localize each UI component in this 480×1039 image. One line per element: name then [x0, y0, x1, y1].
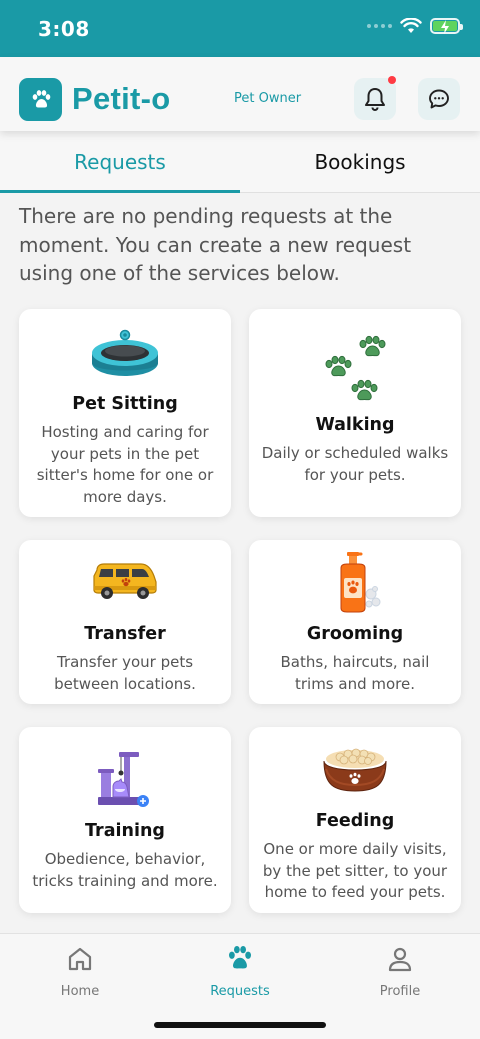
service-description: Transfer your pets between locations. [54, 653, 196, 693]
service-description: Baths, haircuts, nail trims and more. [280, 653, 430, 693]
bell-icon [365, 88, 385, 111]
service-title: Transfer [84, 624, 166, 644]
request-tabs: Requests Bookings [0, 131, 480, 193]
service-card-grooming[interactable]: Grooming Baths, haircuts, nail trims and… [249, 540, 461, 704]
active-tab-indicator [0, 190, 240, 193]
van-icon [19, 562, 231, 600]
service-description: One or more daily visits, by the pet sit… [262, 840, 448, 901]
app-header: Petit-o Pet Owner [0, 57, 480, 131]
service-card-training[interactable]: Training Obedience, behavior, tricks tra… [19, 727, 231, 913]
service-title: Pet Sitting [72, 394, 178, 414]
wifi-icon [400, 18, 422, 33]
app-name: Petit-o [72, 81, 171, 116]
status-icons [367, 18, 463, 34]
cat-tree-icon [19, 749, 231, 811]
paw-icon [229, 946, 251, 969]
service-description: Hosting and caring for your pets in the … [36, 423, 214, 506]
service-title: Walking [315, 415, 395, 435]
person-icon [388, 947, 412, 972]
app-logo [19, 78, 62, 121]
service-title: Feeding [315, 811, 395, 831]
service-description: Obedience, behavior, tricks training and… [32, 850, 218, 890]
shampoo-bottle-icon [249, 550, 461, 614]
user-role-label: Pet Owner [234, 91, 302, 106]
nav-label: Requests [210, 984, 270, 999]
nav-profile[interactable]: Profile [340, 944, 460, 999]
pet-bed-icon [19, 327, 231, 379]
status-time: 3:08 [38, 17, 90, 41]
empty-state-message: There are no pending requests at the mom… [19, 204, 412, 285]
nav-requests[interactable]: Requests [180, 944, 300, 999]
cellular-signal-icon [367, 24, 392, 28]
service-card-feeding[interactable]: Feeding One or more daily visits, by the… [249, 727, 461, 913]
nav-label: Home [60, 984, 100, 999]
service-title: Grooming [306, 624, 404, 644]
paw-icon [32, 89, 50, 108]
notification-dot [388, 76, 396, 84]
nav-home[interactable]: Home [20, 944, 140, 999]
paw-prints-icon [249, 335, 461, 407]
service-card-transfer[interactable]: Transfer Transfer your pets between loca… [19, 540, 231, 704]
food-bowl-icon [249, 745, 461, 795]
service-description: Daily or scheduled walks for your pets. [261, 444, 449, 484]
nav-label: Profile [379, 984, 421, 999]
service-title: Training [85, 821, 165, 841]
home-icon [68, 947, 92, 971]
tab-requests[interactable]: Requests [0, 131, 240, 193]
status-bar: 3:08 [0, 0, 480, 57]
battery-icon [430, 18, 463, 34]
service-card-walking[interactable]: Walking Daily or scheduled walks for you… [249, 309, 461, 517]
home-indicator [154, 1022, 326, 1028]
notifications-button[interactable] [354, 76, 396, 120]
messages-button[interactable] [418, 78, 460, 120]
chat-icon [429, 89, 449, 109]
service-card-pet-sitting[interactable]: Pet Sitting Hosting and caring for your … [19, 309, 231, 517]
tab-bookings[interactable]: Bookings [240, 131, 480, 193]
